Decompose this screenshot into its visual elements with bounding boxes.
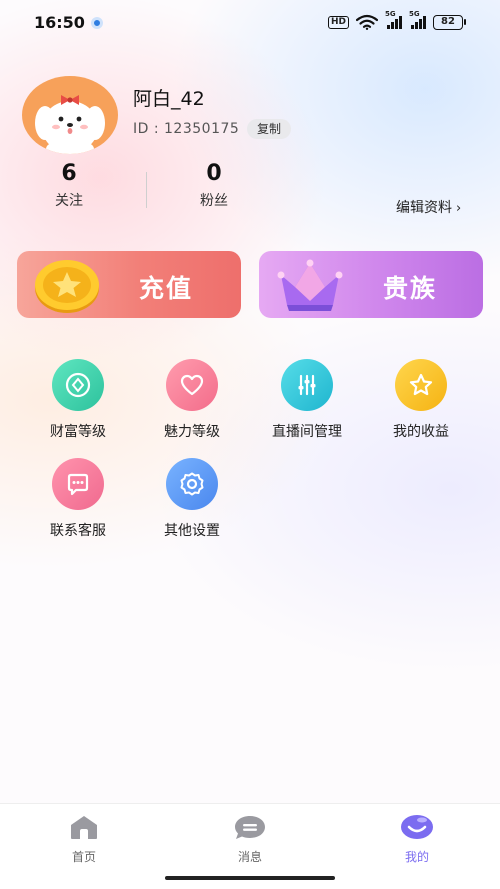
star-icon [395,359,447,411]
menu-item-wealth-level[interactable]: 财富等级 [23,359,133,441]
menu-label: 财富等级 [50,424,106,440]
gear-icon [166,458,218,510]
profile-face-icon [401,815,433,839]
username: 阿白_42 [133,88,205,110]
menu-label: 直播间管理 [272,424,342,440]
following-stat[interactable]: 6 关注 [19,160,119,210]
menu-label: 我的收益 [393,424,449,440]
heart-icon [166,359,218,411]
menu-item-my-earnings[interactable]: 我的收益 [366,359,476,441]
signal-icon-2: 5G [409,10,426,29]
menu-label: 联系客服 [50,523,106,539]
avatar[interactable] [21,75,119,155]
user-id: ID : 12350175 [133,121,240,137]
edit-profile-link[interactable]: 编辑资料 › [396,197,461,217]
nav-label-home: 首页 [71,850,96,864]
sliders-icon [281,359,333,411]
edit-profile-label: 编辑资料 [396,200,452,216]
menu-label: 其他设置 [164,523,220,539]
status-time: 16:50 [34,13,85,32]
battery-level: 82 [433,14,463,30]
menu-item-live-room-management[interactable]: 直播间管理 [252,359,362,441]
coin-icon [52,359,104,411]
status-icons: HD 5G 5G 82 [327,10,466,30]
home-icon [71,816,97,839]
noble-label: 贵族 [383,274,438,303]
status-bar: 16:50 HD 5G 5G 82 [0,0,500,46]
hd-voice-icon: HD [327,15,349,29]
menu-item-customer-service[interactable]: 联系客服 [23,458,133,540]
menu-label: 魅力等级 [164,424,220,440]
signal-icon: 5G [385,10,402,29]
fans-count: 0 [206,161,222,186]
following-label: 关注 [55,193,83,209]
home-indicator[interactable] [165,876,335,880]
menu-item-charm-level[interactable]: 魅力等级 [137,359,247,441]
fans-label: 粉丝 [200,193,228,209]
message-icon [235,816,265,839]
recharge-label: 充值 [139,274,194,303]
recharge-button[interactable]: 充值 [17,251,241,318]
chat-icon [52,458,104,510]
location-dot-icon [91,17,103,29]
wifi-icon [356,14,378,30]
crown-icon [277,259,343,311]
nav-tab-mine[interactable]: 我的 [377,814,457,865]
nav-tab-messages[interactable]: 消息 [210,814,290,865]
stat-divider [146,172,147,208]
gold-coin-icon [35,260,99,313]
battery-icon: 82 [433,14,466,30]
nav-label-messages: 消息 [237,850,262,864]
following-count: 6 [61,161,77,186]
nav-label-mine: 我的 [404,850,429,864]
chevron-right-icon: › [456,201,462,216]
copy-id-button[interactable]: 复制 [247,119,292,139]
noble-button[interactable]: 贵族 [259,251,483,318]
nav-tab-home[interactable]: 首页 [44,814,124,865]
menu-item-other-settings[interactable]: 其他设置 [137,458,247,540]
fans-stat[interactable]: 0 粉丝 [164,160,264,210]
